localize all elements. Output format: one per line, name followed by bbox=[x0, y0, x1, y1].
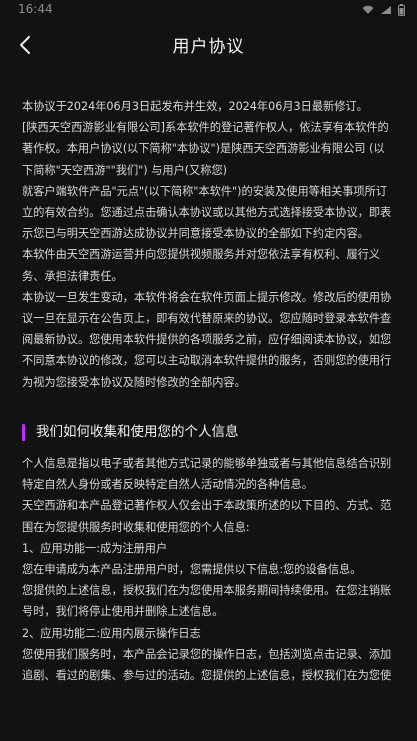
feature-one-text: 您在申请成为本产品注册用户时，您需提供以下信息:您的设备信息。 bbox=[22, 563, 362, 577]
effective-date-text: 本协议于2024年06月3日起发布并生效，2024年06月3日最新修订。 bbox=[22, 100, 368, 113]
feature-two-text: 您使用我们服务时，本产品会记录您的操作日志，包括浏览点击记录、添加追剧、看过的剧… bbox=[22, 647, 392, 683]
section-heading-text: 我们如何收集和使用您的个人信息 bbox=[36, 423, 239, 440]
header: 用户协议 bbox=[0, 22, 417, 68]
feature-one-usage-text: 您提供的上述信息，授权我们在为您使用本服务期间持续使用。在您注销账号时，我们将停… bbox=[22, 584, 392, 619]
feature-one-title: 1、应用功能一:成为注册用户 bbox=[22, 541, 168, 555]
section-accent-bar bbox=[22, 423, 25, 441]
personal-info-definition: 个人信息是指以电子或者其他方式记录的能够单独或者与其他信息结合识别特定自然人身份… bbox=[22, 457, 392, 492]
status-time: 16:44 bbox=[18, 2, 53, 16]
wifi-icon bbox=[362, 5, 374, 14]
copyright-owner-text: [陕西天空西游影业有限公司]系本软件的登记著作权人，依法享有本软件的著作权。本用… bbox=[22, 121, 389, 177]
collection-purpose-text: 天空西游和本产品登记著作权人仅会出于本政策所述的以下目的、方式、范围在为您提供服… bbox=[22, 499, 392, 534]
modification-text: 本协议一旦发生变动，本软件将会在软件页面上提示修改。修改后的使用协议一旦在显示在… bbox=[22, 290, 392, 389]
battery-icon bbox=[398, 4, 405, 16]
section-heading: 我们如何收集和使用您的个人信息 bbox=[22, 422, 394, 443]
feature-two-title: 2、应用功能二:应用内展示操作日志 bbox=[22, 626, 201, 640]
page-title: 用户协议 bbox=[172, 37, 245, 57]
operator-text: 本软件由天空西游运营并向您提供视频服务并对您依法享有权利、履行义务、承担法律责任… bbox=[22, 248, 381, 283]
contract-scope-text: 就客户端软件产品"元点"(以下简称"本软件")的安装及使用等相关事项所订立的有效… bbox=[22, 184, 392, 241]
status-bar: 16:44 bbox=[0, 0, 417, 22]
agreement-content: 本协议于2024年06月3日起发布并生效，2024年06月3日最新修订。 [陕西… bbox=[22, 96, 394, 686]
status-icons bbox=[362, 4, 405, 16]
signal-icon bbox=[381, 6, 391, 14]
